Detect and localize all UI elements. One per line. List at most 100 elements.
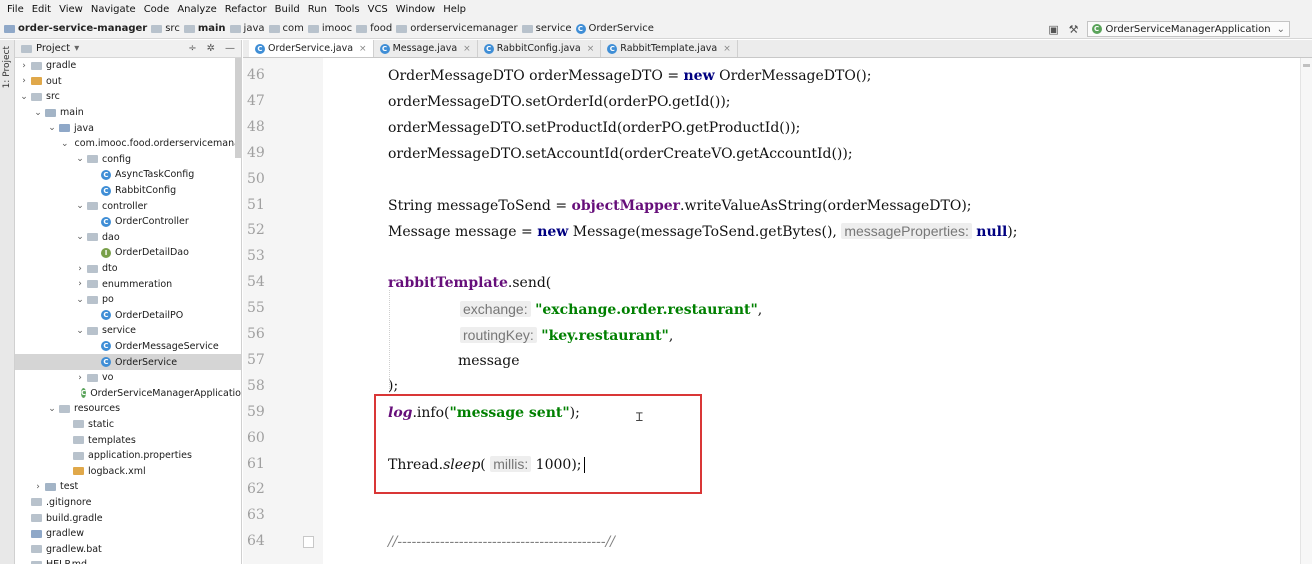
editor-tab[interactable]: C OrderService.java × xyxy=(249,40,374,57)
chevron-down-icon[interactable]: ⌄ xyxy=(47,404,57,414)
tree-item[interactable]: C OrderMessageService xyxy=(15,339,241,355)
breadcrumb-item[interactable]: service xyxy=(521,23,572,34)
tree-item[interactable]: C OrderServiceManagerApplicatio xyxy=(15,385,241,401)
menu-item-run[interactable]: Run xyxy=(304,4,331,15)
tree-item[interactable]: ⌄ config xyxy=(15,152,241,168)
folder-icon xyxy=(307,24,319,33)
chevron-right-icon[interactable]: › xyxy=(75,279,85,289)
close-icon[interactable]: × xyxy=(359,44,367,54)
breadcrumb-item[interactable]: orderservicemanager xyxy=(396,23,518,34)
breadcrumb-item[interactable]: food xyxy=(356,23,392,34)
chevron-down-icon[interactable]: ⌄ xyxy=(75,295,85,305)
tree-item[interactable]: › dto xyxy=(15,261,241,277)
tree-item[interactable]: C RabbitConfig xyxy=(15,183,241,199)
line-number: 49 xyxy=(247,144,265,161)
breadcrumb-item[interactable]: com xyxy=(268,23,304,34)
folder-icon xyxy=(31,61,42,70)
chevron-down-icon[interactable]: ⌄ xyxy=(33,108,43,118)
chevron-right-icon[interactable]: › xyxy=(19,61,29,71)
chevron-down-icon[interactable]: ⌄ xyxy=(19,92,29,102)
build-hammer-icon[interactable]: ⚒ xyxy=(1067,22,1081,36)
tree-item[interactable]: templates xyxy=(15,432,241,448)
folder-icon xyxy=(268,24,280,33)
menu-item-view[interactable]: View xyxy=(55,4,87,15)
tree-item[interactable]: C OrderDetailPO xyxy=(15,308,241,324)
breadcrumb-item[interactable]: src xyxy=(151,23,180,34)
layout-icon[interactable]: ▣ xyxy=(1047,22,1061,36)
tree-item[interactable]: ⌄ resources xyxy=(15,401,241,417)
collapse-all-icon[interactable]: ÷ xyxy=(188,43,196,54)
run-configuration-combo[interactable]: C OrderServiceManagerApplication ⌄ xyxy=(1086,21,1290,37)
tree-item[interactable]: C AsyncTaskConfig xyxy=(15,167,241,183)
chevron-down-icon[interactable]: ⌄ xyxy=(75,201,85,211)
class-icon: C xyxy=(379,43,390,54)
menu-item-window[interactable]: Window xyxy=(392,4,439,15)
project-panel-title[interactable]: Project xyxy=(36,43,70,54)
tree-item[interactable]: ⌄ dao xyxy=(15,230,241,246)
tree-item[interactable]: I OrderDetailDao xyxy=(15,245,241,261)
breadcrumb-item[interactable]: java xyxy=(229,23,265,34)
close-icon[interactable]: × xyxy=(723,44,731,54)
tree-item[interactable]: › vo xyxy=(15,370,241,386)
editor-tab[interactable]: C RabbitTemplate.java × xyxy=(601,40,738,57)
menu-item-navigate[interactable]: Navigate xyxy=(87,4,140,15)
menu-item-build[interactable]: Build xyxy=(271,4,304,15)
tree-item-label: gradlew xyxy=(46,528,85,540)
tree-item[interactable]: › gradle xyxy=(15,58,241,74)
tree-item[interactable]: application.properties xyxy=(15,448,241,464)
tree-item[interactable]: › enummeration xyxy=(15,276,241,292)
line-number: 53 xyxy=(247,248,265,265)
tree-item[interactable]: static xyxy=(15,417,241,433)
tree-item[interactable]: ⌄ service xyxy=(15,323,241,339)
tree-item[interactable]: gradlew.bat xyxy=(15,541,241,557)
tree-item[interactable]: › test xyxy=(15,479,241,495)
project-scrollbar[interactable] xyxy=(235,58,241,158)
breadcrumb-item[interactable]: imooc xyxy=(307,23,352,34)
chevron-down-icon[interactable]: ▾ xyxy=(74,43,79,54)
chevron-down-icon[interactable]: ⌄ xyxy=(75,232,85,242)
chevron-right-icon[interactable]: › xyxy=(19,76,29,86)
tree-item[interactable]: ⌄ com.imooc.food.orderservicemanag xyxy=(15,136,241,152)
breadcrumb-item[interactable]: order-service-manager xyxy=(4,23,147,34)
chevron-down-icon[interactable]: ⌄ xyxy=(75,326,85,336)
breadcrumb-item[interactable]: main xyxy=(183,23,226,34)
tree-item[interactable]: ⌄ java xyxy=(15,120,241,136)
project-tool-button[interactable]: 1: Project xyxy=(2,46,12,88)
fold-marker-icon[interactable] xyxy=(303,536,314,548)
tree-item[interactable]: ⌄ po xyxy=(15,292,241,308)
menu-item-edit[interactable]: Edit xyxy=(28,4,55,15)
menu-item-code[interactable]: Code xyxy=(140,4,174,15)
menu-item-analyze[interactable]: Analyze xyxy=(173,4,220,15)
menu-item-vcs[interactable]: VCS xyxy=(364,4,392,15)
editor-tab[interactable]: C Message.java × xyxy=(374,40,478,57)
chevron-down-icon[interactable]: ⌄ xyxy=(75,154,85,164)
tree-item[interactable]: gradlew xyxy=(15,526,241,542)
gear-icon[interactable]: ✲ xyxy=(207,43,215,54)
close-icon[interactable]: × xyxy=(587,44,595,54)
tree-item[interactable]: HELP.md xyxy=(15,557,241,564)
tree-item[interactable]: logback.xml xyxy=(15,463,241,479)
hide-icon[interactable]: — xyxy=(225,43,235,54)
tree-item[interactable]: ⌄ controller xyxy=(15,198,241,214)
menu-item-help[interactable]: Help xyxy=(439,4,470,15)
breadcrumb-item[interactable]: C OrderService xyxy=(575,23,654,34)
tree-item[interactable]: › out xyxy=(15,74,241,90)
chevron-right-icon[interactable]: › xyxy=(33,482,43,492)
chevron-right-icon[interactable]: › xyxy=(75,373,85,383)
editor-tab[interactable]: C RabbitConfig.java × xyxy=(478,40,602,57)
tree-item-label: build.gradle xyxy=(46,512,103,524)
file-icon xyxy=(31,529,42,538)
tree-item[interactable]: C OrderController xyxy=(15,214,241,230)
chevron-down-icon[interactable]: ⌄ xyxy=(47,123,57,133)
menu-item-tools[interactable]: Tools xyxy=(331,4,364,15)
tree-item[interactable]: C OrderService xyxy=(15,354,241,370)
chevron-right-icon[interactable]: › xyxy=(75,264,85,274)
menu-item-refactor[interactable]: Refactor xyxy=(221,4,271,15)
menu-item-file[interactable]: File xyxy=(3,4,28,15)
tree-item[interactable]: build.gradle xyxy=(15,510,241,526)
tree-item[interactable]: ⌄ src xyxy=(15,89,241,105)
tree-item[interactable]: ⌄ main xyxy=(15,105,241,121)
close-icon[interactable]: × xyxy=(463,44,471,54)
chevron-down-icon[interactable]: ⌄ xyxy=(61,139,69,149)
tree-item[interactable]: .gitignore xyxy=(15,495,241,511)
